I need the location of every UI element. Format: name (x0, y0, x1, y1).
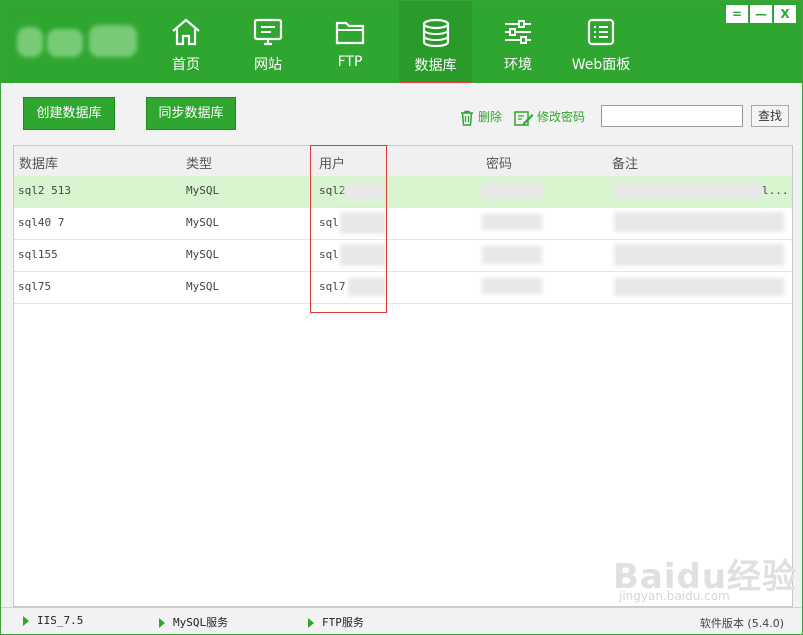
redacted-note (614, 278, 784, 296)
find-button[interactable]: 查找 (751, 105, 789, 127)
cell-type: MySQL (186, 216, 220, 229)
sliders-icon (505, 20, 531, 44)
table-row[interactable]: sql155 MySQL sql (14, 240, 792, 272)
nav-environment-label: 环境 (504, 57, 532, 73)
redacted-password (482, 214, 542, 230)
header-password[interactable]: 密码 (486, 153, 512, 172)
nav-website[interactable]: 网站 (233, 1, 303, 83)
table-header: 数据库 类型 用户 密码 备注 (14, 146, 792, 177)
table-row[interactable]: sql75 MySQL sql7 (14, 272, 792, 304)
trash-icon (461, 110, 473, 126)
nav-database[interactable]: 数据库 (399, 1, 472, 83)
redacted-password (482, 246, 542, 264)
folder-icon (335, 21, 365, 45)
service-ftp[interactable]: FTP服务 (308, 614, 364, 630)
edit-icon (514, 110, 534, 126)
cell-database: sql40 7 (18, 216, 65, 229)
cell-type: MySQL (186, 248, 220, 261)
app-logo (17, 23, 137, 61)
sync-database-button[interactable]: 同步数据库 (146, 97, 236, 130)
cell-type: MySQL (186, 184, 220, 197)
top-navigation-bar: 首页 网站 FTP 数据库 环境 Web面板 = — X (1, 1, 802, 83)
create-database-button[interactable]: 创建数据库 (23, 97, 115, 130)
nav-environment[interactable]: 环境 (483, 1, 553, 83)
change-password-button[interactable]: 修改密码 (514, 108, 585, 126)
database-icon (422, 18, 449, 48)
table-row[interactable]: sql2 513 MySQL sql2 l... (14, 176, 792, 208)
home-icon (172, 18, 200, 46)
cell-database: sql155 (18, 248, 58, 261)
redacted-note (614, 182, 764, 198)
redacted-password (482, 182, 542, 198)
cell-database: sql2 513 (18, 184, 71, 197)
header-type[interactable]: 类型 (186, 153, 212, 172)
nav-web-panel-label: Web面板 (571, 57, 631, 73)
play-icon (159, 618, 165, 628)
table-row[interactable]: sql40 7 MySQL sql (14, 208, 792, 240)
redacted-note (614, 244, 784, 266)
nav-web-panel[interactable]: Web面板 (563, 1, 639, 83)
cell-type: MySQL (186, 280, 220, 293)
pin-button[interactable]: = (726, 5, 748, 23)
nav-home-label: 首页 (172, 57, 200, 73)
software-version: 软件版本 (5.4.0) (699, 617, 784, 630)
redacted-password (482, 278, 542, 294)
database-table: 数据库 类型 用户 密码 备注 sql2 513 MySQL sql2 l...… (13, 145, 793, 607)
monitor-icon (253, 18, 283, 46)
nav-website-label: 网站 (254, 57, 282, 73)
delete-label: 删除 (478, 110, 503, 124)
status-bar: IIS_7.5 MySQL服务 FTP服务 软件版本 (5.4.0) (1, 607, 802, 634)
database-toolbar: 创建数据库 同步数据库 删除 修改密码 查找 (1, 83, 802, 145)
cell-note: l... (762, 184, 789, 197)
close-button[interactable]: X (774, 5, 796, 23)
nav-ftp-label: FTP (337, 54, 363, 70)
service-ftp-label: FTP服务 (322, 616, 364, 629)
cell-database: sql75 (18, 280, 52, 293)
play-icon (23, 616, 29, 626)
panel-list-icon (587, 18, 615, 46)
service-mysql[interactable]: MySQL服务 (159, 614, 228, 630)
header-note[interactable]: 备注 (612, 153, 638, 172)
window-controls: = — X (726, 5, 796, 23)
minimize-button[interactable]: — (750, 5, 772, 23)
search-input[interactable] (601, 105, 743, 127)
redacted-note (614, 212, 784, 232)
nav-home[interactable]: 首页 (151, 1, 221, 83)
header-database[interactable]: 数据库 (19, 153, 58, 172)
play-icon (308, 618, 314, 628)
nav-database-label: 数据库 (414, 58, 457, 74)
service-iis-label: IIS_7.5 (37, 614, 84, 627)
service-iis[interactable]: IIS_7.5 (23, 614, 83, 627)
watermark-url: jingyan.baidu.com (619, 589, 730, 603)
nav-ftp[interactable]: FTP (315, 1, 385, 83)
app-window: 首页 网站 FTP 数据库 环境 Web面板 = — X 创建数据库 同步数据库… (0, 0, 803, 635)
delete-button[interactable]: 删除 (459, 108, 502, 126)
service-mysql-label: MySQL服务 (173, 616, 229, 629)
user-column-highlight (310, 145, 387, 313)
change-password-label: 修改密码 (537, 110, 586, 124)
